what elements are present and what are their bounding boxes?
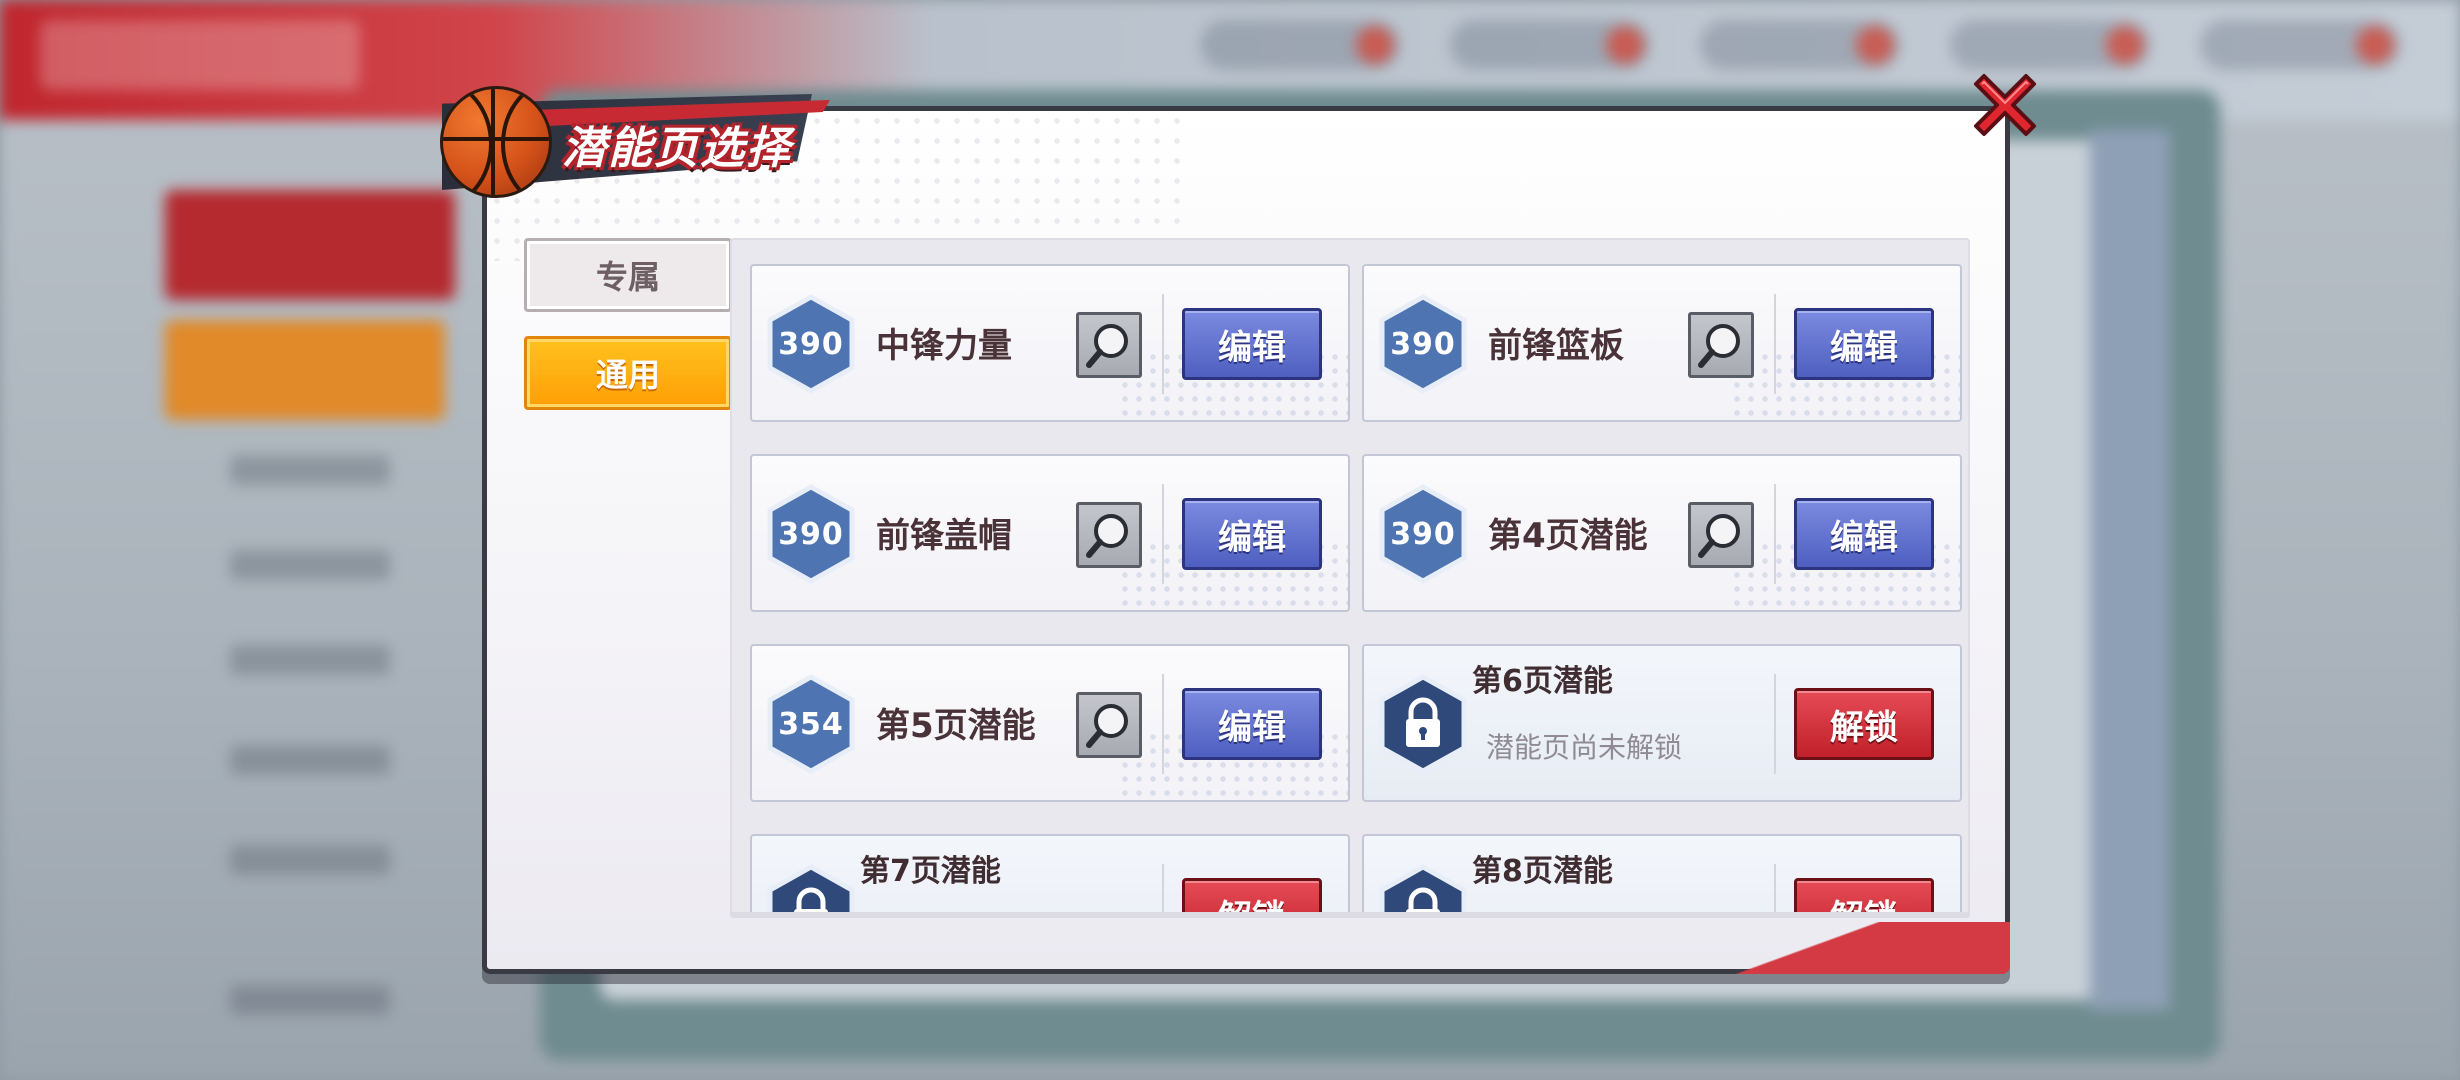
close-x-icon[interactable]	[1966, 66, 2044, 144]
potential-page-card: 390 前锋篮板 编辑	[1362, 264, 1962, 422]
potential-page-card: 390 第4页潜能 编辑	[1362, 454, 1962, 612]
edit-button[interactable]: 编辑	[1794, 498, 1934, 570]
lock-hexagon	[1378, 674, 1468, 774]
page-name: 前锋盖帽	[876, 516, 1012, 556]
tab-exclusive[interactable]: 专属	[524, 238, 732, 312]
page-name: 第4页潜能	[1488, 516, 1648, 556]
potential-page-card: 390 中锋力量 编辑	[750, 264, 1350, 422]
edit-button[interactable]: 编辑	[1182, 498, 1322, 570]
score-hexagon: 390	[766, 484, 856, 584]
potential-page-card-locked: 第6页潜能 潜能页尚未解锁 解锁	[1362, 644, 1962, 802]
lock-hexagon	[1378, 864, 1468, 918]
potential-page-list[interactable]: 390 中锋力量 编辑 390 前锋篮板 编辑 390 前锋盖帽 编辑 390 …	[730, 238, 1970, 918]
potential-page-card: 354 第5页潜能 编辑	[750, 644, 1350, 802]
magnifier-icon[interactable]	[1688, 312, 1754, 378]
score-hexagon: 390	[766, 294, 856, 394]
edit-button[interactable]: 编辑	[1182, 688, 1322, 760]
magnifier-icon[interactable]	[1076, 692, 1142, 758]
tab-general[interactable]: 通用	[524, 336, 732, 410]
locked-status-text: 潜能页尚未解锁	[1486, 731, 1683, 764]
magnifier-icon[interactable]	[1076, 502, 1142, 568]
dialog-title: 潜能页选择	[562, 123, 792, 174]
magnifier-icon[interactable]	[1688, 502, 1754, 568]
potential-page-card-locked: 第7页潜能 解锁	[750, 834, 1350, 918]
edit-button[interactable]: 编辑	[1794, 308, 1934, 380]
page-name: 第8页潜能	[1472, 854, 1613, 889]
score-hexagon: 390	[1378, 484, 1468, 584]
page-name: 第5页潜能	[876, 706, 1036, 746]
page-name: 第6页潜能	[1472, 664, 1613, 699]
magnifier-icon[interactable]	[1076, 312, 1142, 378]
unlock-button[interactable]: 解锁	[1794, 688, 1934, 760]
potential-page-card: 390 前锋盖帽 编辑	[750, 454, 1350, 612]
basketball-icon	[440, 86, 552, 198]
edit-button[interactable]: 编辑	[1182, 308, 1322, 380]
page-name: 第7页潜能	[860, 854, 1001, 889]
score-hexagon: 390	[1378, 294, 1468, 394]
score-hexagon: 354	[766, 674, 856, 774]
potential-page-card-locked: 第8页潜能 解锁	[1362, 834, 1962, 918]
page-name: 中锋力量	[876, 326, 1012, 366]
lock-hexagon	[766, 864, 856, 918]
page-name: 前锋篮板	[1488, 326, 1624, 366]
